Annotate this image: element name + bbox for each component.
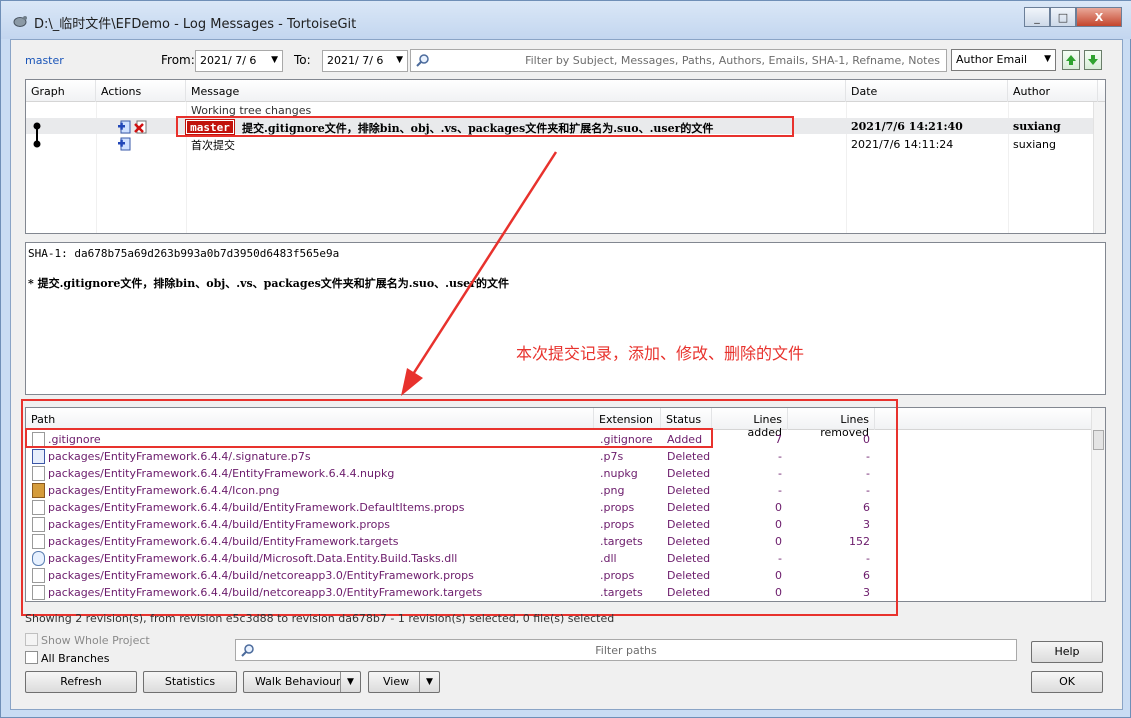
statistics-button[interactable]: Statistics (143, 671, 237, 693)
show-whole-project-checkbox[interactable] (25, 633, 38, 646)
view-label: View (383, 675, 410, 688)
chevron-down-icon[interactable]: ▼ (419, 672, 439, 692)
view-button[interactable]: View ▼ (368, 671, 440, 693)
walk-behaviour-label: Walk Behaviour (255, 675, 341, 688)
files-scrollbar[interactable] (1091, 408, 1105, 601)
filter-paths-input[interactable]: Filter paths (235, 639, 1017, 661)
maximize-button[interactable]: □ (1050, 7, 1076, 27)
tortoisegit-app-icon (13, 16, 27, 27)
show-whole-project-label: Show Whole Project (41, 634, 150, 647)
filter-paths-placeholder: Filter paths (595, 644, 657, 657)
title-bar[interactable]: D:\_临时文件\EFDemo - Log Messages - Tortois… (1, 1, 1131, 39)
minimize-button[interactable]: _ (1024, 7, 1050, 27)
log-window: D:\_临时文件\EFDemo - Log Messages - Tortois… (0, 0, 1131, 718)
scrollbar-thumb[interactable] (1093, 430, 1104, 450)
help-button[interactable]: Help (1031, 641, 1103, 663)
refresh-button[interactable]: Refresh (25, 671, 137, 693)
ok-button[interactable]: OK (1031, 671, 1103, 693)
chevron-down-icon[interactable]: ▼ (340, 672, 360, 692)
walk-behaviour-button[interactable]: Walk Behaviour ▼ (243, 671, 361, 693)
status-text: Showing 2 revision(s), from revision e5c… (25, 612, 615, 625)
dialog-client-area: master From: 2021/ 7/ 6 ▼ To: 2021/ 7/ 6… (10, 39, 1123, 710)
window-title: D:\_临时文件\EFDemo - Log Messages - Tortois… (34, 17, 357, 32)
close-button[interactable]: X (1076, 7, 1122, 27)
highlight-box (25, 428, 713, 448)
all-branches-checkbox[interactable] (25, 651, 38, 664)
all-branches-label: All Branches (41, 652, 110, 665)
